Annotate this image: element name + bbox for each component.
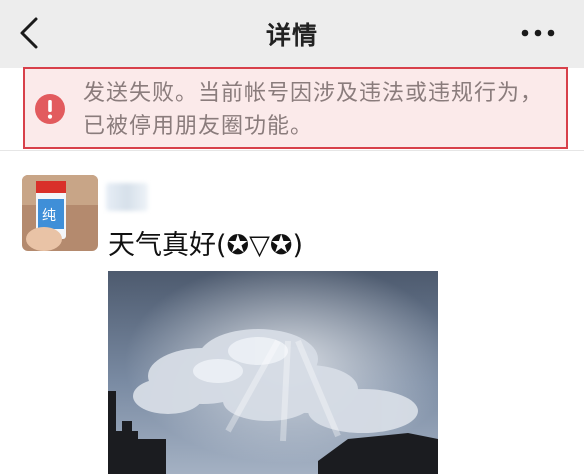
exclamation-circle-icon (34, 93, 66, 125)
alert-message: 发送失败。当前帐号因涉及违法或违规行为，已被停用朋友圈功能。 (83, 81, 544, 139)
more-icon[interactable] (516, 20, 560, 46)
nav-bar: 详情 (0, 0, 584, 68)
post-photo[interactable] (108, 271, 438, 474)
svg-text:纯: 纯 (42, 208, 56, 224)
username[interactable] (106, 183, 148, 211)
divider (0, 150, 584, 151)
page-title: 详情 (265, 21, 318, 50)
send-failed-alert: 发送失败。当前帐号因涉及违法或违规行为，已被停用朋友圈功能。 (23, 67, 568, 149)
avatar[interactable]: 纯 (22, 175, 98, 251)
post-text: 天气真好(✪▽✪) (108, 230, 304, 261)
